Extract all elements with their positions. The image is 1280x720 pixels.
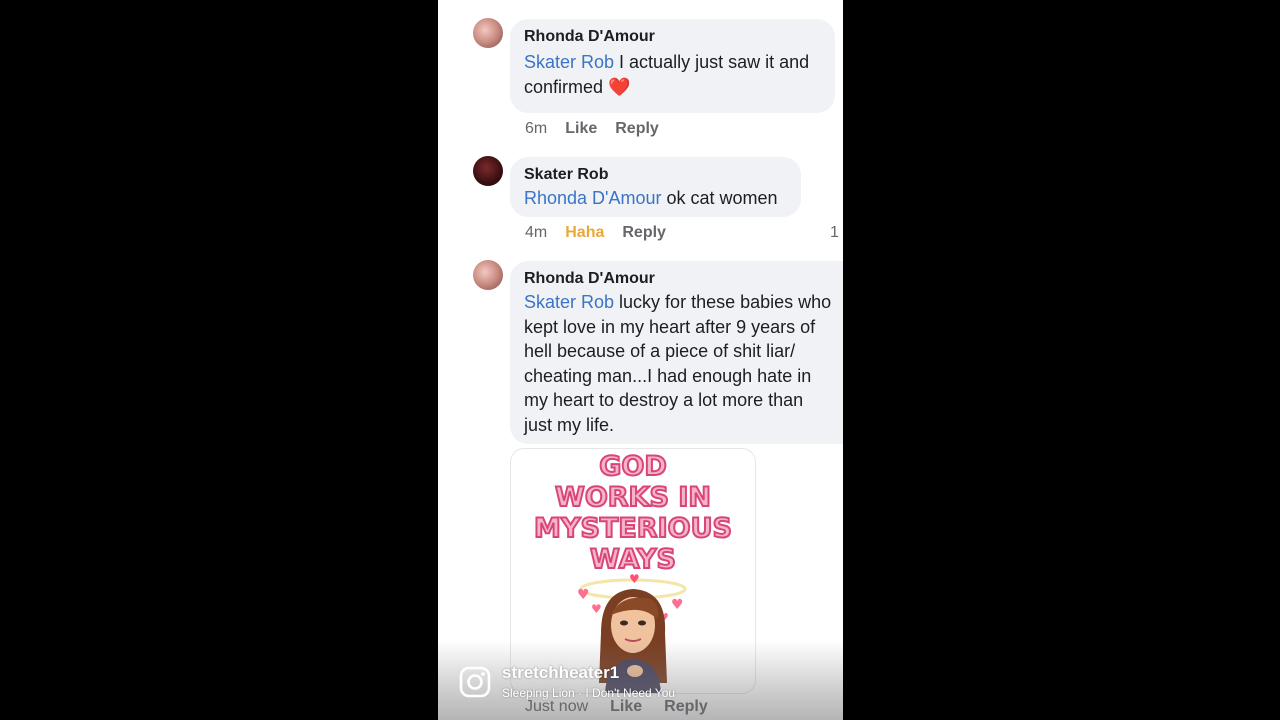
comment-time: 4m [525, 224, 548, 241]
like-button[interactable]: Like [610, 698, 642, 716]
comment-actions: 6m Like Reply [525, 120, 659, 138]
sticker-text: GOD WORKS IN MYSTERIOUS WAYS [533, 450, 733, 576]
reaction-count[interactable]: 1 [830, 224, 839, 242]
comment-text: Rhonda D'Amour ok cat women [524, 188, 778, 208]
comment-bubble: Rhonda D'Amour Skater Rob I actually jus… [510, 19, 835, 113]
reply-button[interactable]: Reply [664, 698, 708, 716]
heart-emoji-icon: ❤️ [608, 76, 631, 97]
instagram-icon[interactable] [459, 666, 491, 698]
mention-link[interactable]: Rhonda D'Amour [524, 188, 662, 208]
avatar-rhonda[interactable] [473, 260, 503, 290]
like-button[interactable]: Like [565, 120, 597, 138]
avatar-skater-rob[interactable] [473, 156, 503, 186]
comment-time: Just now [525, 698, 589, 715]
instagram-username[interactable]: stretchheater1 [502, 663, 619, 683]
comment-bubble: Skater Rob Rhonda D'Amour ok cat women [510, 157, 801, 217]
svg-text:♥: ♥ [577, 587, 590, 603]
svg-text:♥: ♥ [591, 602, 602, 616]
comment-text: Skater Rob I actually just saw it and co… [524, 52, 810, 97]
mention-link[interactable]: Skater Rob [524, 52, 614, 72]
phone-screen: Rhonda D'Amour Skater Rob I actually jus… [438, 0, 843, 720]
comment-author[interactable]: Skater Rob [524, 165, 787, 185]
reply-button[interactable]: Reply [622, 224, 666, 242]
instagram-song: Sleeping Lion · I Don't Need You [502, 686, 676, 700]
comment-author[interactable]: Rhonda D'Amour [524, 269, 836, 289]
comment-bubble: Rhonda D'Amour Skater Rob lucky for thes… [510, 261, 843, 444]
comment-actions: 4m Haha Reply [525, 224, 666, 242]
comment-actions: Just now Like Reply [525, 698, 708, 716]
haha-reaction-button[interactable]: Haha [565, 224, 604, 242]
svg-text:♥: ♥ [629, 573, 640, 586]
comment-author[interactable]: Rhonda D'Amour [524, 27, 821, 47]
comment-time: 6m [525, 120, 548, 137]
avatar-rhonda[interactable] [473, 18, 503, 48]
reply-button[interactable]: Reply [615, 120, 659, 138]
svg-text:♥: ♥ [671, 597, 684, 613]
mention-link[interactable]: Skater Rob [524, 292, 614, 312]
comment-text: Skater Rob lucky for these babies who ke… [524, 292, 832, 435]
